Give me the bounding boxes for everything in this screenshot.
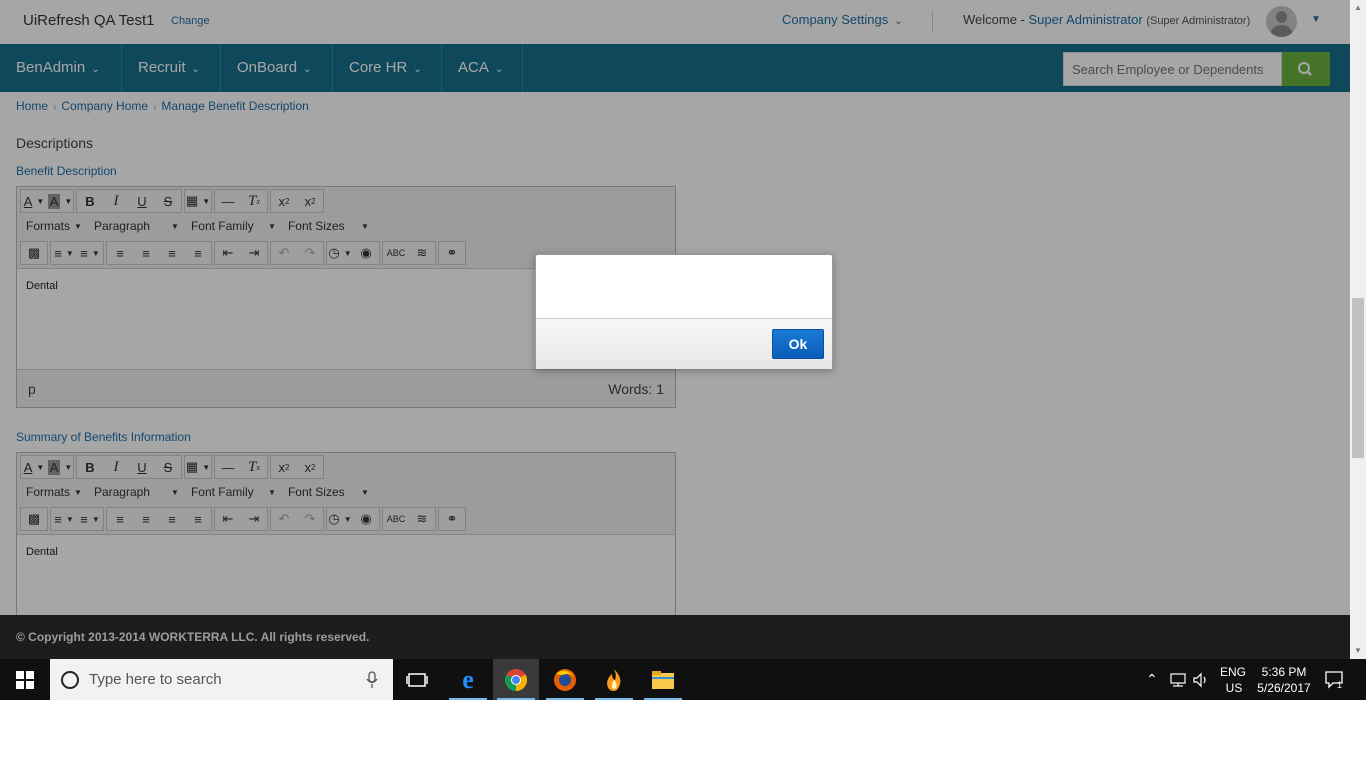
volume-glyph (1193, 672, 1206, 687)
language-indicator[interactable]: ENG US (1220, 659, 1246, 700)
microphone-icon[interactable] (366, 671, 378, 689)
dialog-message (536, 255, 832, 319)
edge-glyph: e (462, 664, 474, 694)
flame-app-icon[interactable] (591, 659, 637, 700)
start-button[interactable] (0, 659, 50, 700)
blank-area (0, 700, 1366, 768)
task-view-icon[interactable] (394, 659, 440, 700)
windows-logo-icon (16, 670, 34, 689)
windows-taskbar: Type here to search e ⌃ ENG US 5:36 PM 5… (0, 659, 1366, 700)
chrome-browser-icon[interactable] (493, 659, 539, 700)
notification-count: 1 (1337, 680, 1343, 690)
network-glyph (1170, 672, 1186, 687)
folder-glyph (652, 670, 674, 689)
screen: UiRefresh QA Test1 Change Company Settin… (0, 0, 1366, 700)
flame-glyph (607, 668, 621, 691)
region-code: US (1225, 680, 1243, 695)
language-code: ENG (1220, 664, 1247, 679)
cortana-circle-icon (61, 670, 79, 689)
show-hidden-icons-chevron-icon[interactable]: ⌃ (1146, 659, 1158, 700)
taskbar-search-placeholder: Type here to search (89, 671, 222, 688)
dialog-footer: Ok (536, 319, 832, 369)
clock-date: 5/26/2017 (1257, 680, 1311, 695)
action-center-icon[interactable]: 1 (1324, 659, 1346, 700)
clock-time: 5:36 PM (1261, 664, 1307, 679)
chrome-glyph (505, 668, 527, 691)
clock[interactable]: 5:36 PM 5/26/2017 (1256, 659, 1312, 700)
action-center-glyph (1325, 670, 1343, 689)
volume-icon[interactable] (1192, 659, 1210, 700)
scroll-up-icon[interactable]: ▲ (1350, 0, 1366, 16)
task-view-glyph (406, 672, 428, 687)
firefox-glyph (554, 668, 576, 691)
scroll-thumb[interactable] (1352, 298, 1364, 458)
alert-dialog: Ok (535, 254, 833, 369)
scroll-down-icon[interactable]: ▼ (1350, 643, 1366, 659)
file-explorer-icon[interactable] (640, 659, 686, 700)
firefox-browser-icon[interactable] (542, 659, 588, 700)
taskbar-search-box[interactable]: Type here to search (50, 659, 393, 700)
ok-button[interactable]: Ok (772, 329, 824, 359)
network-icon[interactable] (1168, 659, 1188, 700)
edge-browser-icon[interactable]: e (445, 659, 491, 700)
